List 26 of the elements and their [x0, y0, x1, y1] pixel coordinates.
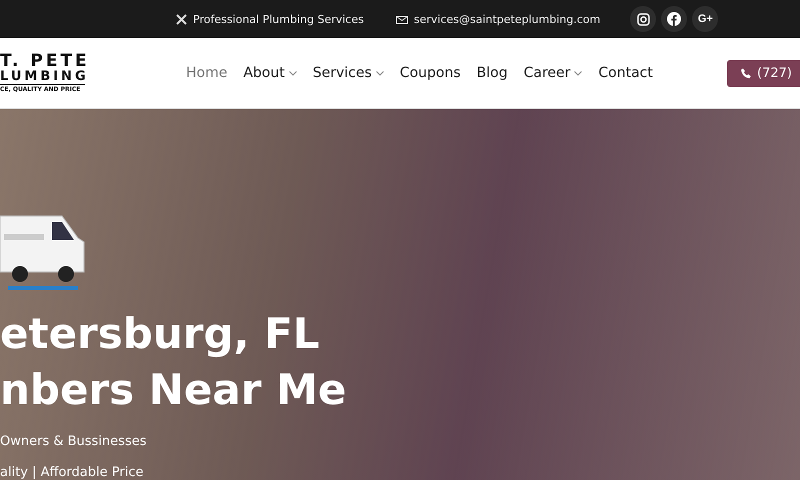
- nav-link[interactable]: Coupons: [400, 65, 461, 81]
- tagline-text: Professional Plumbing Services: [193, 12, 364, 26]
- nav-link[interactable]: Career: [524, 65, 582, 81]
- nav-link[interactable]: Services: [312, 65, 384, 81]
- logo-text: LUMBING: [0, 69, 90, 84]
- chevron-icon: [288, 70, 297, 76]
- hero-heading: etersburg, FL: [0, 308, 321, 360]
- hero-subtitle: Owners & Bussinesses: [0, 434, 148, 449]
- chevron-icon: [376, 70, 384, 76]
- logo-text: T. PETE: [0, 53, 91, 69]
- phone-button[interactable]: (727): [727, 60, 800, 86]
- nav-link[interactable]: Contact: [598, 65, 653, 81]
- facebook-icon: [667, 12, 682, 26]
- email-link[interactable]: services@saintpeteplumbing.com: [414, 12, 600, 26]
- hero-heading: nbers Near Me: [0, 364, 348, 416]
- instagram-icon: [636, 12, 650, 26]
- nav-link[interactable]: Blog: [476, 65, 508, 81]
- envelope-icon: [396, 14, 408, 24]
- google-plus-button[interactable]: G+: [692, 6, 718, 32]
- chevron-icon: [574, 70, 582, 76]
- phone-icon: [741, 68, 752, 78]
- nav-link[interactable]: Home: [186, 65, 228, 81]
- instagram-button[interactable]: [630, 6, 656, 32]
- hero-tagline: ality | Affordable Price: [0, 465, 144, 480]
- nav-link[interactable]: About: [243, 65, 297, 81]
- facebook-button[interactable]: [661, 6, 688, 32]
